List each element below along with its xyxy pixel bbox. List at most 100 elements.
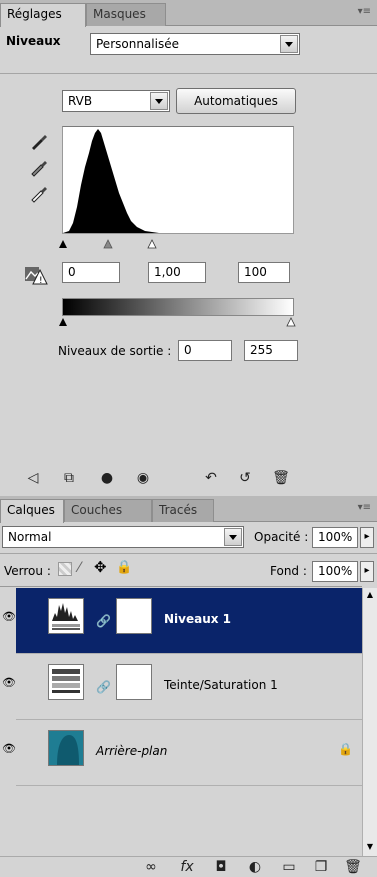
layer-name: Niveaux 1 (164, 612, 232, 626)
opacity-slider-arrow-icon[interactable]: ▸ (360, 527, 374, 548)
add-mask-icon[interactable]: ◘ (210, 857, 232, 877)
input-black-slider[interactable] (59, 240, 67, 248)
new-group-icon[interactable]: ▭ (278, 857, 300, 877)
lock-position-icon[interactable]: ✥ (94, 558, 107, 576)
levels-adjustment-icon (48, 598, 84, 634)
link-layers-icon[interactable]: ∞ (140, 857, 162, 877)
input-black-field[interactable]: 0 (62, 262, 120, 283)
opacity-label: Opacité : (254, 530, 309, 544)
preset-select[interactable]: Personnalisée (90, 33, 300, 55)
image-thumb (48, 730, 84, 766)
lock-label: Verrou : (4, 564, 51, 578)
lock-icon: 🔒 (338, 742, 353, 756)
layers-toolbar: ∞ fx ◘ ◐ ▭ ❐ 🗑 (0, 856, 377, 877)
lock-transparency-icon[interactable] (58, 562, 72, 576)
divider (0, 553, 377, 554)
white-eyedropper-icon[interactable] (28, 182, 50, 204)
black-eyedropper-icon[interactable] (28, 130, 50, 152)
output-black-slider[interactable] (59, 318, 67, 326)
lock-image-icon[interactable]: ⁄ (78, 560, 80, 576)
clipping-warning-icon[interactable]: ! (24, 264, 48, 286)
adjustment-layer-icon[interactable]: ◐ (244, 857, 266, 877)
tab-couches[interactable]: Couches (64, 499, 152, 522)
trash-icon[interactable]: 🗑 (270, 468, 292, 488)
tab-calques-label: Calques (7, 503, 55, 517)
input-white-slider[interactable] (147, 239, 157, 249)
tab-calques[interactable]: Calques (0, 499, 64, 523)
blend-mode-select[interactable]: Normal (2, 526, 244, 548)
back-arrow-icon[interactable]: ◁ (22, 468, 44, 488)
histogram-graph (63, 129, 293, 233)
input-white-value: 100 (244, 265, 267, 279)
tab-masques[interactable]: Masques (86, 3, 166, 26)
auto-button[interactable]: Automatiques (176, 88, 296, 114)
output-white-value: 255 (250, 343, 273, 357)
adjustment-title: Niveaux (6, 34, 61, 48)
panel-menu-icon[interactable]: ▾≡ (358, 502, 371, 513)
fill-slider-arrow-icon[interactable]: ▸ (360, 561, 374, 582)
eye-icon: 👁 (2, 742, 16, 755)
output-black-field[interactable]: 0 (178, 340, 232, 361)
input-white-field[interactable]: 100 (238, 262, 290, 283)
fill-field[interactable]: 100% (312, 561, 358, 582)
eye-toggle[interactable]: 👁 (0, 654, 16, 720)
input-slider-track (59, 239, 157, 249)
fx-icon[interactable]: fx (176, 857, 198, 877)
preset-value: Personnalisée (96, 37, 179, 51)
view-previous-icon[interactable]: ↶ (200, 468, 222, 488)
output-white-field[interactable]: 255 (244, 340, 298, 361)
input-black-value: 0 (68, 265, 76, 279)
scroll-up-icon[interactable]: ▲ (364, 590, 376, 602)
tab-traces-label: Tracés (159, 503, 198, 517)
chain-link-icon[interactable]: 🔗 (96, 680, 111, 694)
output-white-slider[interactable] (286, 317, 296, 327)
layer-mask-thumb[interactable] (116, 664, 152, 700)
eye-toggle[interactable]: 👁 (0, 720, 16, 786)
eye-icon: 👁 (2, 610, 16, 623)
chevron-down-icon (280, 35, 298, 53)
input-gamma-field[interactable]: 1,00 (148, 262, 206, 283)
scroll-down-icon[interactable]: ▼ (364, 842, 376, 854)
opacity-field[interactable]: 100% (312, 527, 358, 548)
output-gradient (62, 298, 294, 316)
hue-saturation-icon (48, 664, 84, 700)
fill-label: Fond : (270, 564, 307, 578)
opacity-value: 100% (318, 530, 353, 544)
histogram (62, 126, 294, 234)
adjustments-tabbar: Réglages Masques ▾≡ (0, 0, 377, 27)
layer-row[interactable]: 🔗 Niveaux 1 (16, 588, 362, 654)
input-gamma-slider[interactable] (103, 239, 113, 249)
chain-link-icon[interactable]: 🔗 (96, 614, 111, 628)
output-slider-track (59, 317, 296, 327)
gray-eyedropper-icon[interactable] (28, 156, 50, 178)
lock-all-icon[interactable]: 🔒 (116, 560, 132, 575)
chevron-down-icon (224, 528, 242, 546)
channel-value: RVB (68, 94, 93, 108)
tab-couches-label: Couches (71, 503, 123, 517)
clip-to-layer-icon[interactable]: ⧉ (58, 468, 80, 488)
tab-traces[interactable]: Tracés (152, 499, 214, 522)
new-layer-icon[interactable]: ❐ (310, 857, 332, 877)
layers-scrollbar[interactable]: ▲ ▼ (362, 588, 377, 856)
channel-select[interactable]: RVB (62, 90, 170, 112)
input-gamma-value: 1,00 (154, 265, 181, 279)
layers-tabbar: Calques Couches Tracés ▾≡ (0, 496, 377, 523)
divider (0, 73, 377, 74)
tab-reglages-label: Réglages (7, 7, 62, 21)
output-black-value: 0 (184, 343, 192, 357)
tab-masques-label: Masques (93, 7, 146, 21)
layer-mask-thumb[interactable] (116, 598, 152, 634)
chevron-down-icon (150, 92, 168, 110)
blend-mode-value: Normal (8, 530, 52, 544)
eye-icon[interactable]: ◉ (132, 468, 154, 488)
visibility-toggle-icon[interactable]: ● (96, 468, 118, 488)
eye-toggle[interactable]: 👁 (0, 588, 16, 654)
layer-row[interactable]: 🔗 Teinte/Saturation 1 (16, 654, 362, 720)
reset-icon[interactable]: ↺ (234, 468, 256, 488)
layer-row[interactable]: Arrière-plan 🔒 (16, 720, 362, 786)
panel-menu-icon[interactable]: ▾≡ (358, 6, 371, 17)
svg-text:!: ! (39, 276, 43, 286)
auto-button-label: Automatiques (194, 94, 278, 108)
tab-reglages[interactable]: Réglages (0, 3, 86, 27)
trash-icon[interactable]: 🗑 (342, 857, 364, 877)
